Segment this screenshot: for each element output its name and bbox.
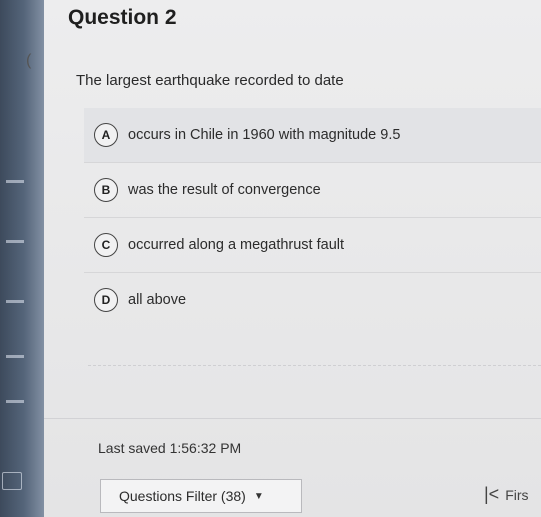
first-page-icon: |< <box>484 484 500 504</box>
option-d[interactable]: D all above <box>84 272 541 327</box>
section-divider <box>88 365 541 366</box>
questions-filter-button[interactable]: Questions Filter (38) ▼ <box>100 479 302 513</box>
chevron-left-icon[interactable]: ( <box>26 52 31 70</box>
option-letter-badge: C <box>94 233 118 257</box>
questions-filter-label: Questions Filter (38) <box>119 488 246 504</box>
option-text: was the result of convergence <box>128 182 321 198</box>
option-a[interactable]: A occurs in Chile in 1960 with magnitude… <box>84 108 541 162</box>
rail-marker <box>6 180 24 183</box>
caret-down-icon: ▼ <box>253 490 264 502</box>
question-prompt: The largest earthquake recorded to date <box>76 72 344 89</box>
option-letter-badge: B <box>94 178 118 202</box>
option-c[interactable]: C occurred along a megathrust fault <box>84 217 541 272</box>
rail-marker <box>6 300 24 303</box>
option-text: occurred along a megathrust fault <box>128 237 345 253</box>
question-panel: Question 2 ( The largest earthquake reco… <box>26 0 541 517</box>
option-text: occurs in Chile in 1960 with magnitude 9… <box>128 127 401 143</box>
question-heading: Question 2 <box>68 6 177 29</box>
option-b[interactable]: B was the result of convergence <box>84 162 541 217</box>
option-text: all above <box>128 292 187 308</box>
option-letter-badge: A <box>94 123 118 147</box>
left-rail <box>0 0 44 517</box>
option-letter-badge: D <box>94 288 118 312</box>
section-divider <box>44 418 541 419</box>
rail-marker <box>6 355 24 358</box>
last-saved-status: Last saved 1:56:32 PM <box>98 440 242 456</box>
rail-chip <box>2 472 22 490</box>
answer-options: A occurs in Chile in 1960 with magnitude… <box>84 108 541 327</box>
rail-marker <box>6 400 24 403</box>
rail-marker <box>6 240 24 243</box>
first-question-button[interactable]: |< Firs <box>484 484 529 505</box>
first-label: Firs <box>505 486 529 503</box>
